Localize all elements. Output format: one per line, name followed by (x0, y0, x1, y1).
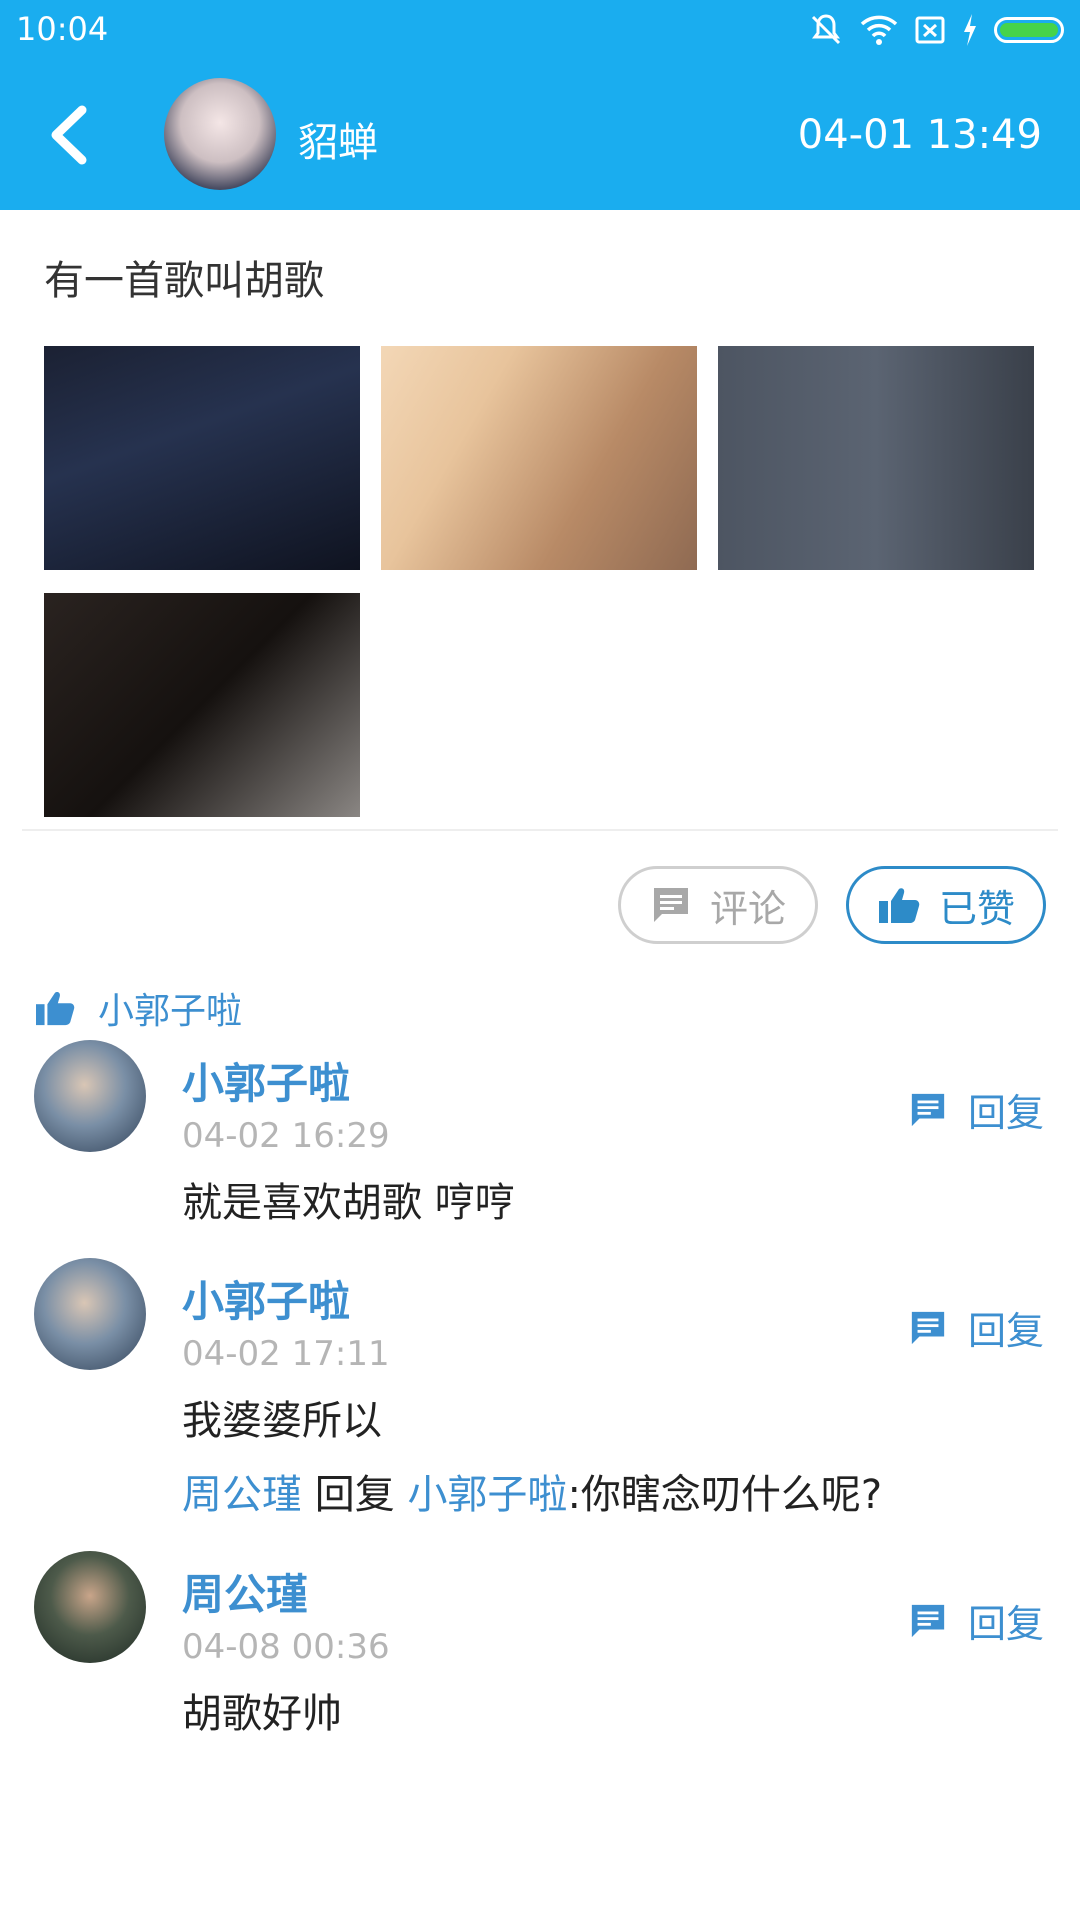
reply-label: 回复 (967, 1091, 1044, 1135)
reply-button[interactable]: 回复 (908, 1082, 1044, 1137)
comment-time: 04-08 00:36 (182, 1627, 390, 1667)
charging-icon (962, 14, 978, 46)
wifi-icon (860, 14, 898, 46)
comment-text: 我婆婆所以 (182, 1398, 382, 1444)
comment-item: 小郭子啦 04-02 17:11 我婆婆所以 周公瑾 回复 小郭子啦:你瞎念叨什… (0, 1258, 1080, 1518)
comment-label: 评论 (709, 886, 786, 931)
sub-reply-from[interactable]: 周公瑾 (182, 1472, 302, 1518)
sub-reply-to[interactable]: 小郭子啦 (407, 1472, 567, 1518)
status-time: 10:04 (16, 10, 109, 48)
commenter-avatar[interactable] (34, 1040, 146, 1152)
app-header: 10:04 貂蝉 04-01 13:49 (0, 0, 1080, 210)
divider (22, 829, 1058, 831)
post-datetime: 04-01 13:49 (797, 112, 1042, 158)
comment-icon (653, 888, 688, 922)
thumbs-up-icon (36, 992, 75, 1026)
post-photo-4[interactable] (44, 593, 360, 817)
reply-label: 回复 (967, 1602, 1044, 1646)
commenter-name[interactable]: 小郭子啦 (182, 1268, 350, 1329)
comment-button[interactable]: 评论 (618, 866, 818, 944)
comment-text: 就是喜欢胡歌 哼哼 (182, 1180, 515, 1226)
likes-row: 小郭子啦 (34, 982, 242, 1034)
reply-label: 回复 (967, 1309, 1044, 1353)
status-icons (808, 10, 1064, 50)
post-text: 有一首歌叫胡歌 (44, 258, 324, 304)
comment-item: 周公瑾 04-08 00:36 胡歌好帅 回复 (0, 1551, 1080, 1751)
reply-button[interactable]: 回复 (908, 1593, 1044, 1648)
sub-reply-text: :你瞎念叨什么呢? (567, 1472, 883, 1518)
thumbs-up-icon (878, 888, 920, 923)
poster-name[interactable]: 貂蝉 (298, 110, 378, 168)
comment-icon (911, 1311, 945, 1344)
liker-name[interactable]: 小郭子啦 (98, 982, 242, 1034)
post-photo-3[interactable] (718, 346, 1034, 570)
battery-icon (994, 17, 1064, 43)
back-button[interactable] (44, 100, 94, 170)
comment-time: 04-02 16:29 (182, 1116, 390, 1156)
no-sim-icon (914, 14, 946, 46)
comment-icon (911, 1093, 945, 1126)
commenter-avatar[interactable] (34, 1551, 146, 1663)
commenter-avatar[interactable] (34, 1258, 146, 1370)
post-photo-1[interactable] (44, 346, 360, 570)
comment-time: 04-02 17:11 (182, 1334, 390, 1374)
comment-text: 胡歌好帅 (182, 1691, 342, 1737)
comment-item: 小郭子啦 04-02 16:29 就是喜欢胡歌 哼哼 回复 (0, 1040, 1080, 1240)
liked-label: 已赞 (938, 886, 1015, 931)
liked-button[interactable]: 已赞 (846, 866, 1046, 944)
commenter-name[interactable]: 小郭子啦 (182, 1050, 350, 1111)
comment-icon (911, 1604, 945, 1637)
chevron-left-icon (51, 105, 87, 165)
reply-button[interactable]: 回复 (908, 1300, 1044, 1355)
sub-reply-verb: 回复 (314, 1472, 395, 1518)
post-photo-2[interactable] (381, 346, 697, 570)
status-bar: 10:04 (0, 0, 1080, 60)
mute-vibrate-icon (808, 12, 844, 48)
commenter-name[interactable]: 周公瑾 (182, 1561, 308, 1622)
sub-reply: 周公瑾 回复 小郭子啦:你瞎念叨什么呢? (182, 1462, 882, 1520)
poster-avatar[interactable] (164, 78, 276, 190)
